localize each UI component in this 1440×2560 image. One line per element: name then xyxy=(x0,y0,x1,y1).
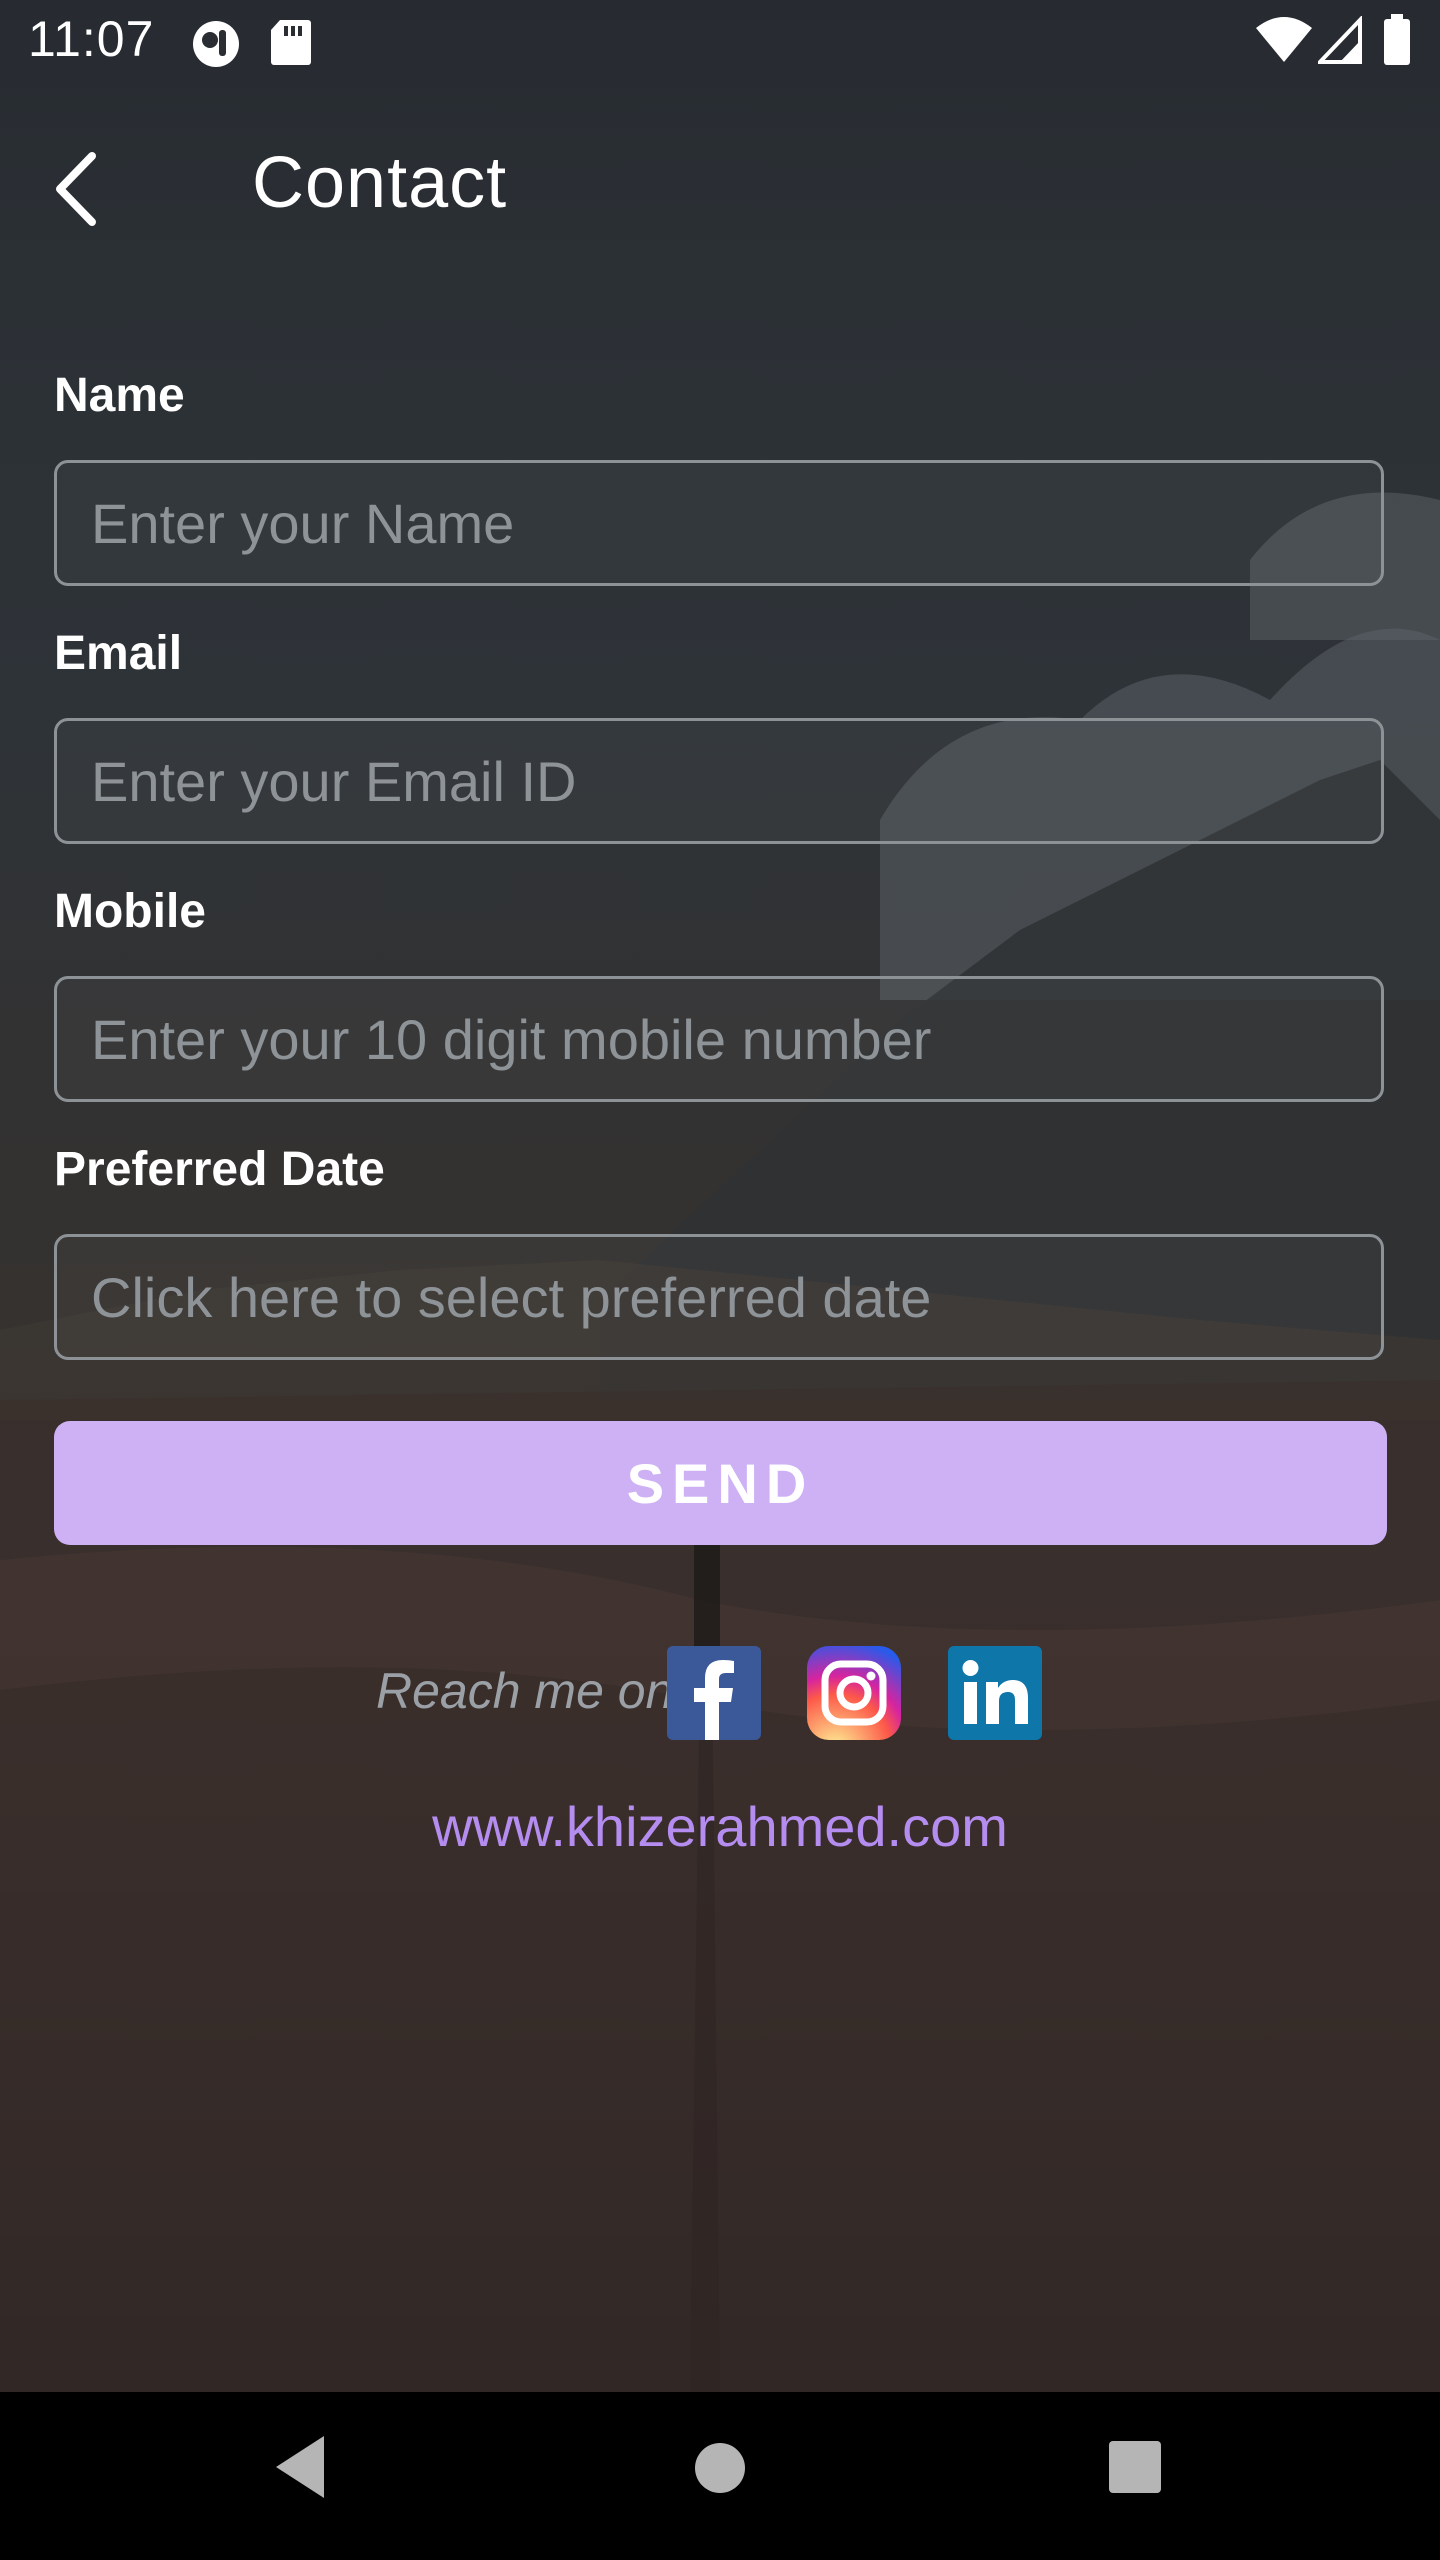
back-button[interactable] xyxy=(40,134,150,244)
status-time: 11:07 xyxy=(28,11,155,67)
back-nav-icon[interactable] xyxy=(270,2432,330,2502)
back-arrow-icon xyxy=(56,152,96,226)
navigation-bar xyxy=(0,2392,1440,2560)
wifi-icon xyxy=(1256,16,1312,69)
name-input[interactable]: Enter your Name xyxy=(54,460,1384,586)
instagram-icon[interactable] xyxy=(807,1646,901,1740)
app-notification-icon xyxy=(190,18,242,75)
linkedin-icon[interactable] xyxy=(948,1646,1042,1740)
battery-icon xyxy=(1382,14,1412,71)
website-link[interactable]: www.khizerahmed.com xyxy=(0,1794,1440,1859)
sd-card-icon xyxy=(270,18,312,71)
mobile-label: Mobile xyxy=(54,885,206,938)
preferred-date-label: Preferred Date xyxy=(54,1143,385,1196)
page-title: Contact xyxy=(252,143,508,223)
email-input[interactable]: Enter your Email ID xyxy=(54,718,1384,844)
name-label: Name xyxy=(54,369,185,422)
reach-me-text: Reach me on xyxy=(376,1663,674,1719)
facebook-icon[interactable] xyxy=(667,1646,761,1740)
preferred-date-input[interactable]: Click here to select preferred date xyxy=(54,1234,1384,1360)
home-nav-icon[interactable] xyxy=(692,2440,748,2496)
status-bar: 11:07 xyxy=(0,0,1440,84)
email-label: Email xyxy=(54,627,183,680)
send-button[interactable]: SEND xyxy=(54,1421,1387,1545)
app-bar: Contact xyxy=(0,84,1440,284)
recents-nav-icon[interactable] xyxy=(1108,2440,1162,2494)
mobile-input[interactable]: Enter your 10 digit mobile number xyxy=(54,976,1384,1102)
signal-icon xyxy=(1315,15,1362,69)
